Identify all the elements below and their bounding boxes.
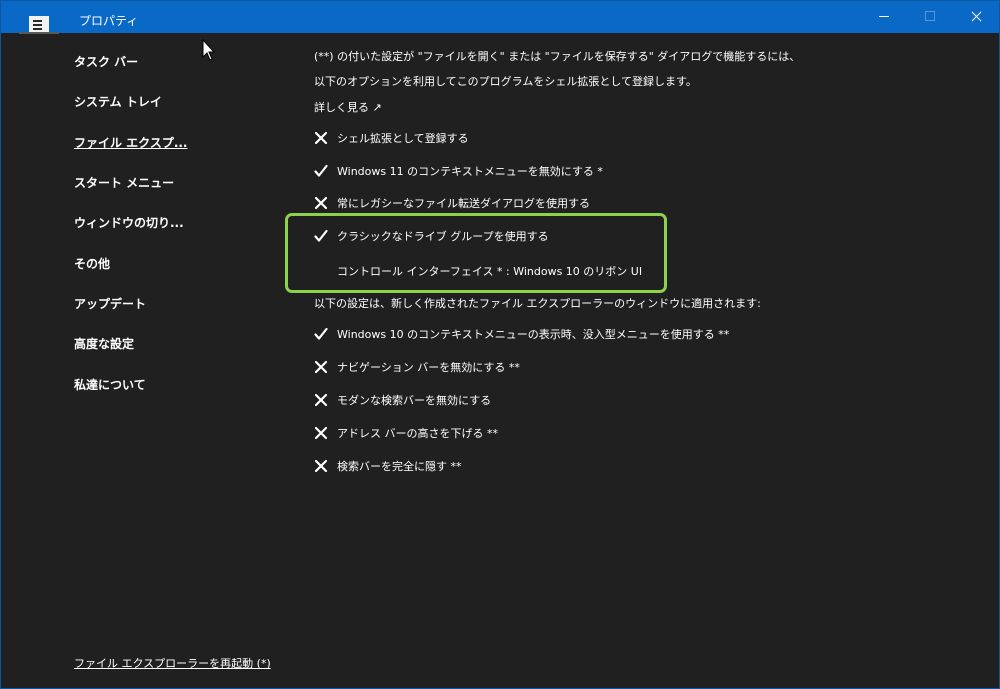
checkmark-icon: [314, 327, 328, 341]
app-icon: [19, 16, 59, 34]
section2-intro-text: 以下の設定は、新しく作成されたファイル エクスプローラーのウィンドウに適用されま…: [314, 297, 761, 310]
option-label: モダンな検索バーを無効にする: [337, 394, 492, 407]
mouse-cursor-icon: [202, 39, 216, 61]
option-label: ナビゲーション バーを無効にする **: [337, 361, 520, 374]
intro-text-line1: (**) の付いた設定が "ファイルを開く" または "ファイルを保存する" ダ…: [314, 50, 801, 63]
highlight-box: [285, 213, 667, 293]
sidebar-item-window-switcher[interactable]: ウィンドウの切り...: [74, 214, 184, 231]
option-hide-search-bar[interactable]: 検索バーを完全に隠す **: [314, 458, 462, 474]
option-legacy-file-transfer-dialog[interactable]: 常にレガシーなファイル転送ダイアログを使用する: [314, 195, 590, 211]
sidebar-item-advanced[interactable]: 高度な設定: [74, 335, 134, 352]
close-button[interactable]: [953, 1, 999, 33]
option-label: 検索バーを完全に隠す **: [337, 460, 462, 473]
title-bar[interactable]: プロパティ: [1, 1, 999, 34]
learn-more-link[interactable]: 詳しく見る ↗: [314, 99, 382, 115]
option-label: Windows 11 のコンテキストメニューを無効にする *: [337, 165, 603, 178]
option-shrink-address-bar[interactable]: アドレス バーの高さを下げる **: [314, 425, 498, 441]
restart-explorer-link[interactable]: ファイル エクスプローラーを再起動 (*): [74, 655, 271, 671]
cross-icon: [314, 360, 328, 374]
properties-window: プロパティ タスク バー システム トレイ ファイル エクスプ... スタート …: [0, 0, 1000, 689]
cross-icon: [314, 131, 328, 145]
option-disable-navigation-bar[interactable]: ナビゲーション バーを無効にする **: [314, 359, 520, 375]
sidebar-item-system-tray[interactable]: システム トレイ: [74, 93, 162, 110]
option-label: シェル拡張として登録する: [337, 132, 469, 145]
sidebar-item-about[interactable]: 私達について: [74, 376, 146, 393]
checkmark-icon: [314, 164, 328, 178]
window-title: プロパティ: [79, 14, 139, 28]
option-immersive-menus[interactable]: Windows 10 のコンテキストメニューの表示時、没入型メニューを使用する …: [314, 326, 729, 342]
option-label: アドレス バーの高さを下げる **: [337, 427, 498, 440]
cross-icon: [314, 426, 328, 440]
intro-text-line2: 以下のオプションを利用してこのプログラムをシェル拡張として登録します。: [314, 75, 697, 88]
sidebar-item-file-explorer[interactable]: ファイル エクスプ...: [74, 134, 188, 151]
option-label: 常にレガシーなファイル転送ダイアログを使用する: [337, 197, 590, 210]
cross-icon: [314, 196, 328, 210]
minimize-button[interactable]: [861, 1, 907, 33]
sidebar-item-other[interactable]: その他: [74, 255, 110, 272]
option-label: Windows 10 のコンテキストメニューの表示時、没入型メニューを使用する …: [337, 328, 730, 341]
sidebar-item-start-menu[interactable]: スタート メニュー: [74, 174, 174, 191]
cross-icon: [314, 459, 328, 473]
option-disable-win11-context-menu[interactable]: Windows 11 のコンテキストメニューを無効にする *: [314, 163, 603, 179]
maximize-button[interactable]: [907, 1, 953, 33]
sidebar-item-updates[interactable]: アップデート: [74, 295, 146, 312]
sidebar-item-taskbar[interactable]: タスク バー: [74, 53, 138, 70]
cross-icon: [314, 393, 328, 407]
option-register-shell-extension[interactable]: シェル拡張として登録する: [314, 130, 469, 146]
option-disable-modern-search-bar[interactable]: モダンな検索バーを無効にする: [314, 392, 491, 408]
